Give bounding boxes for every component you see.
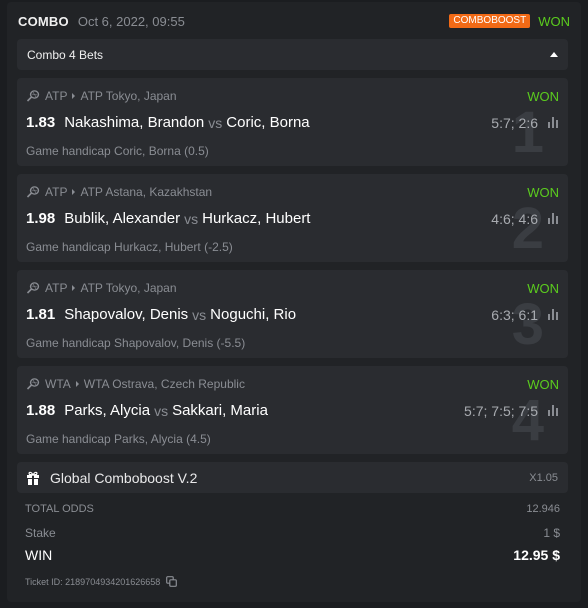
vs-label: vs [154, 402, 169, 419]
bet-tour: ATP [45, 185, 68, 199]
breadcrumb-arrow-icon [72, 93, 76, 99]
player-away[interactable]: Coric, Borna [226, 114, 309, 131]
comboboost-row: Global Comboboost V.2 X1.05 [17, 462, 568, 493]
combo-status: WON [538, 13, 570, 29]
statistics-icon[interactable] [547, 117, 559, 128]
bet-tournament[interactable]: ATP Tokyo, Japan [80, 89, 176, 103]
bet-league: ATP ATP Astana, Kazakhstan [26, 185, 212, 199]
statistics-icon[interactable] [547, 213, 559, 224]
win-value: 12.95 $ [513, 547, 560, 563]
ticket-id-line: Ticket ID: 2189704934201626658 [25, 576, 178, 587]
player-away[interactable]: Noguchi, Rio [210, 306, 296, 323]
win-row: WIN 12.95 $ [25, 547, 560, 563]
bet-odds: 1.88 [26, 402, 56, 419]
bet-status: WON [527, 89, 559, 104]
bet-market: Game handicap Coric, Borna (0.5) [26, 144, 209, 158]
player-away[interactable]: Hurkacz, Hubert [202, 210, 310, 227]
tennis-racket-icon [26, 186, 40, 198]
bet-tournament[interactable]: ATP Astana, Kazakhstan [80, 185, 212, 199]
bet-odds: 1.81 [26, 306, 56, 323]
bet-date: Oct 6, 2022, 09:55 [77, 13, 185, 29]
total-odds-label: TOTAL ODDS [25, 503, 94, 515]
vs-label: vs [208, 114, 223, 131]
win-label: WIN [25, 547, 53, 563]
bet-index: 1 [511, 100, 544, 165]
stake-label: Stake [25, 526, 56, 540]
match-score: 6:3; 6:1 [491, 306, 538, 323]
comboboost-name: Global Comboboost V.2 [50, 469, 198, 486]
bet-item: 1 ATP ATP Tokyo, Japan WON 1.83 Nakashim… [17, 78, 568, 166]
stake-row: Stake 1 $ [25, 526, 560, 540]
match-line: 1.83 Nakashima, Brandon vs Coric, Borna … [26, 114, 559, 131]
vs-label: vs [184, 210, 199, 227]
ticket-id: Ticket ID: 2189704934201626658 [25, 576, 161, 587]
tennis-racket-icon [26, 378, 40, 390]
bet-tour: WTA [45, 377, 71, 391]
statistics-icon[interactable] [547, 405, 559, 416]
player-home[interactable]: Parks, Alycia [64, 402, 150, 419]
total-odds-row: TOTAL ODDS 12.946 [25, 503, 560, 515]
bet-tournament[interactable]: ATP Tokyo, Japan [80, 281, 176, 295]
match-line: 1.81 Shapovalov, Denis vs Noguchi, Rio 6… [26, 306, 559, 323]
vs-label: vs [192, 306, 207, 323]
bets-count-label: Combo 4 Bets [27, 47, 104, 62]
comboboost-badge: COMBOBOOST [449, 14, 531, 28]
bet-tournament[interactable]: WTA Ostrava, Czech Republic [84, 377, 245, 391]
match-line: 1.88 Parks, Alycia vs Sakkari, Maria 5:7… [26, 402, 559, 419]
bet-status: WON [527, 281, 559, 296]
bet-market: Game handicap Shapovalov, Denis (-5.5) [26, 336, 246, 350]
bet-market: Game handicap Hurkacz, Hubert (-2.5) [26, 240, 233, 254]
bet-status: WON [527, 377, 559, 392]
copy-icon[interactable] [166, 576, 178, 587]
bet-market: Game handicap Parks, Alycia (4.5) [26, 432, 211, 446]
match-score: 4:6; 4:6 [491, 210, 538, 227]
bets-collapse-toggle[interactable]: Combo 4 Bets [17, 39, 568, 70]
bet-league: ATP ATP Tokyo, Japan [26, 281, 177, 295]
player-home[interactable]: Bublik, Alexander [64, 210, 180, 227]
gift-icon [27, 471, 39, 485]
bet-item: 3 ATP ATP Tokyo, Japan WON 1.81 Shapoval… [17, 270, 568, 358]
breadcrumb-arrow-icon [72, 189, 76, 195]
tennis-racket-icon [26, 90, 40, 102]
match-score: 5:7; 7:5; 7:5 [464, 402, 538, 419]
player-away[interactable]: Sakkari, Maria [172, 402, 268, 419]
bet-index: 4 [511, 388, 544, 453]
bet-odds: 1.98 [26, 210, 56, 227]
total-odds-value: 12.946 [526, 503, 560, 515]
comboboost-multiplier: X1.05 [529, 471, 558, 484]
stake-value: 1 $ [543, 526, 560, 540]
bet-index: 3 [511, 292, 544, 357]
bet-status: WON [527, 185, 559, 200]
bet-league: WTA WTA Ostrava, Czech Republic [26, 377, 245, 391]
player-home[interactable]: Nakashima, Brandon [64, 114, 204, 131]
bet-league: ATP ATP Tokyo, Japan [26, 89, 177, 103]
bet-item: 2 ATP ATP Astana, Kazakhstan WON 1.98 Bu… [17, 174, 568, 262]
combo-header: COMBO Oct 6, 2022, 09:55 COMBOBOOST WON [18, 10, 570, 32]
match-line: 1.98 Bublik, Alexander vs Hurkacz, Huber… [26, 210, 559, 227]
bet-item: 4 WTA WTA Ostrava, Czech Republic WON 1.… [17, 366, 568, 454]
statistics-icon[interactable] [547, 309, 559, 320]
bet-tour: ATP [45, 89, 68, 103]
breadcrumb-arrow-icon [75, 381, 79, 387]
combo-title: COMBO [18, 13, 69, 29]
bet-odds: 1.83 [26, 114, 56, 131]
player-home[interactable]: Shapovalov, Denis [64, 306, 188, 323]
tennis-racket-icon [26, 282, 40, 294]
chevron-up-icon [550, 52, 558, 57]
match-score: 5:7; 2:6 [491, 114, 538, 131]
bet-tour: ATP [45, 281, 68, 295]
breadcrumb-arrow-icon [72, 285, 76, 291]
bet-index: 2 [511, 196, 544, 261]
